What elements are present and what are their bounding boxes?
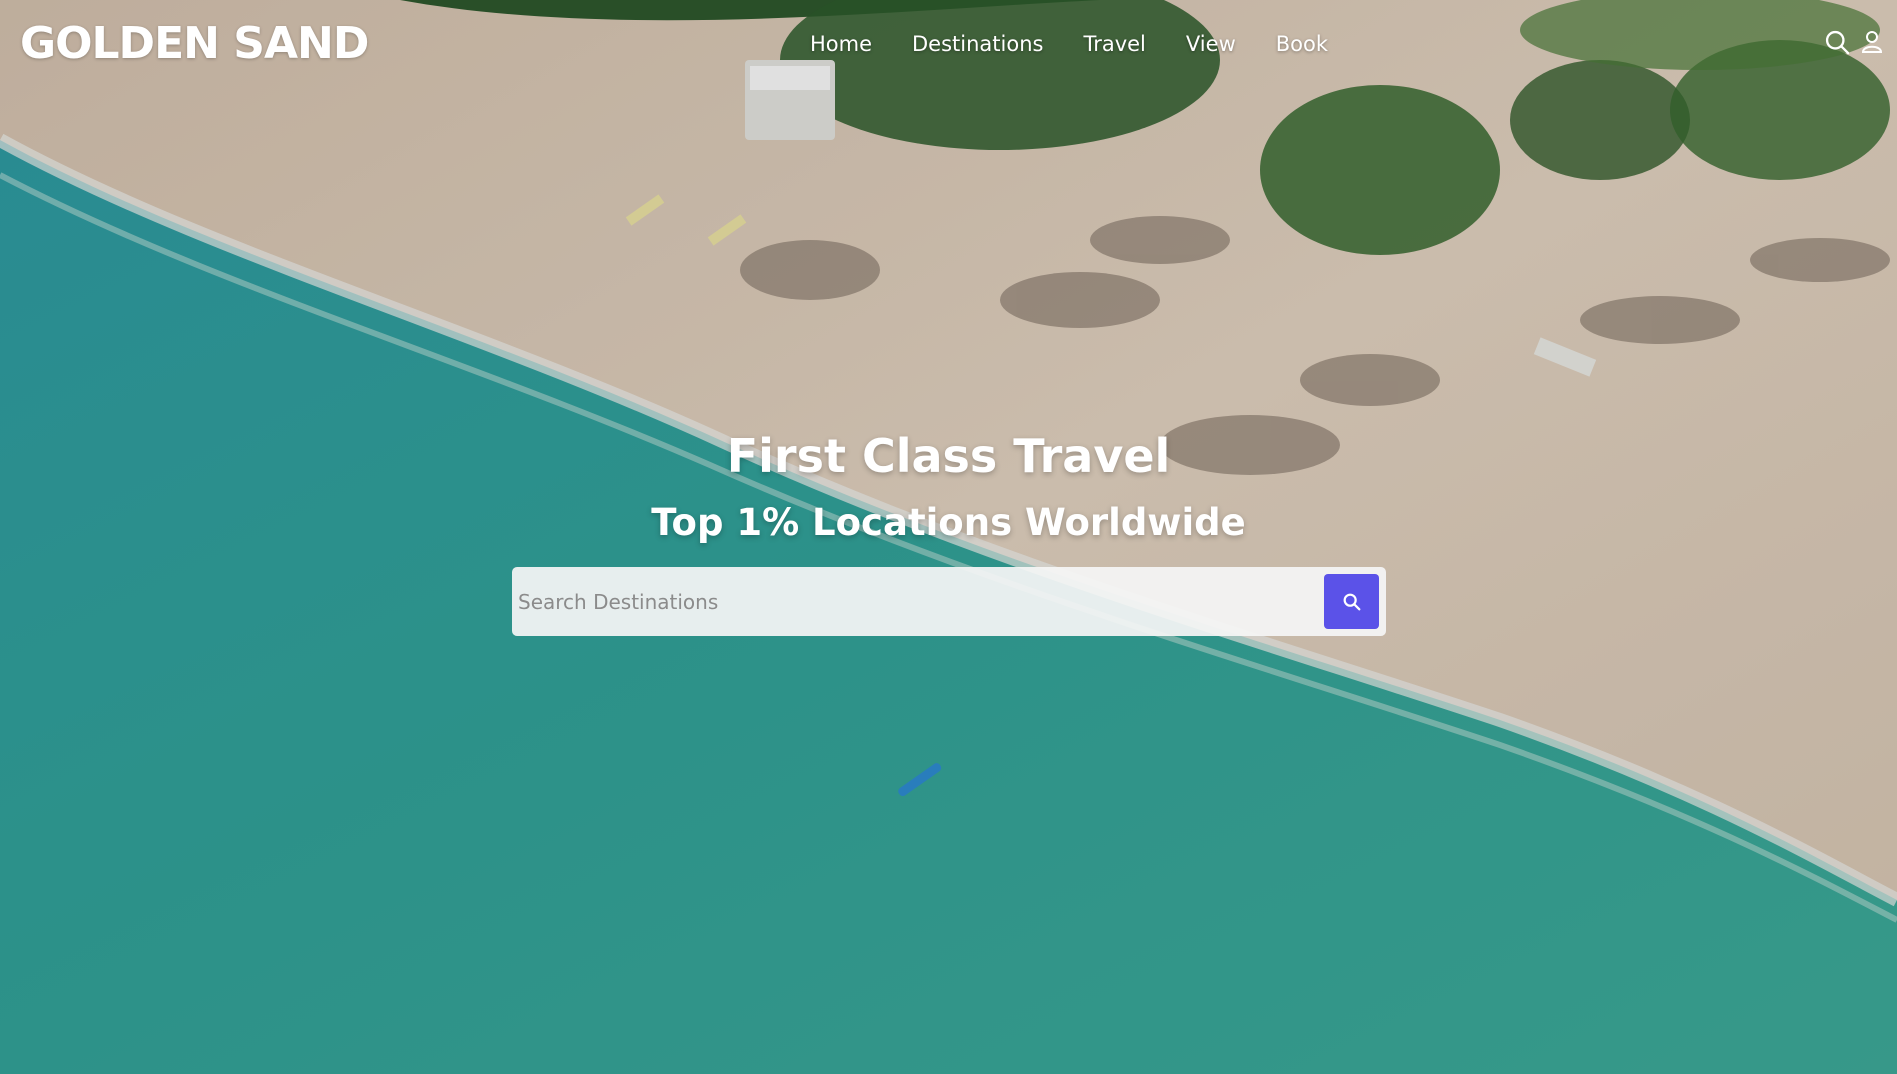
hero-title: First Class Travel — [726, 429, 1171, 483]
nav-link-travel[interactable]: Travel — [1083, 32, 1145, 56]
nav-link-book[interactable]: Book — [1276, 32, 1328, 56]
hero-subtitle: Top 1% Locations Worldwide — [651, 501, 1246, 544]
brand-logo[interactable]: GOLDEN SAND — [20, 16, 369, 72]
nav-link-home[interactable]: Home — [810, 32, 872, 56]
search-bar — [512, 567, 1386, 636]
nav-item-destinations: Destinations — [912, 26, 1043, 62]
nav-item-home: Home — [810, 26, 872, 62]
nav-links: Home Destinations Travel View Book — [810, 26, 1328, 62]
nav-icons — [1823, 28, 1883, 56]
hero-section: First Class Travel Top 1% Locations Worl… — [0, 420, 1897, 554]
search-destinations-input[interactable] — [516, 575, 1300, 629]
nav-link-view[interactable]: View — [1186, 32, 1236, 56]
nav-item-travel: Travel — [1083, 26, 1145, 62]
user-icon[interactable] — [1861, 30, 1883, 54]
search-icon[interactable] — [1823, 28, 1851, 56]
nav-item-book: Book — [1276, 26, 1328, 62]
nav-link-destinations[interactable]: Destinations — [912, 32, 1043, 56]
navbar: GOLDEN SAND Home Destinations Travel Vie… — [0, 0, 1897, 88]
search-button[interactable] — [1324, 574, 1379, 629]
nav-item-view: View — [1186, 26, 1236, 62]
search-icon — [1341, 591, 1363, 613]
